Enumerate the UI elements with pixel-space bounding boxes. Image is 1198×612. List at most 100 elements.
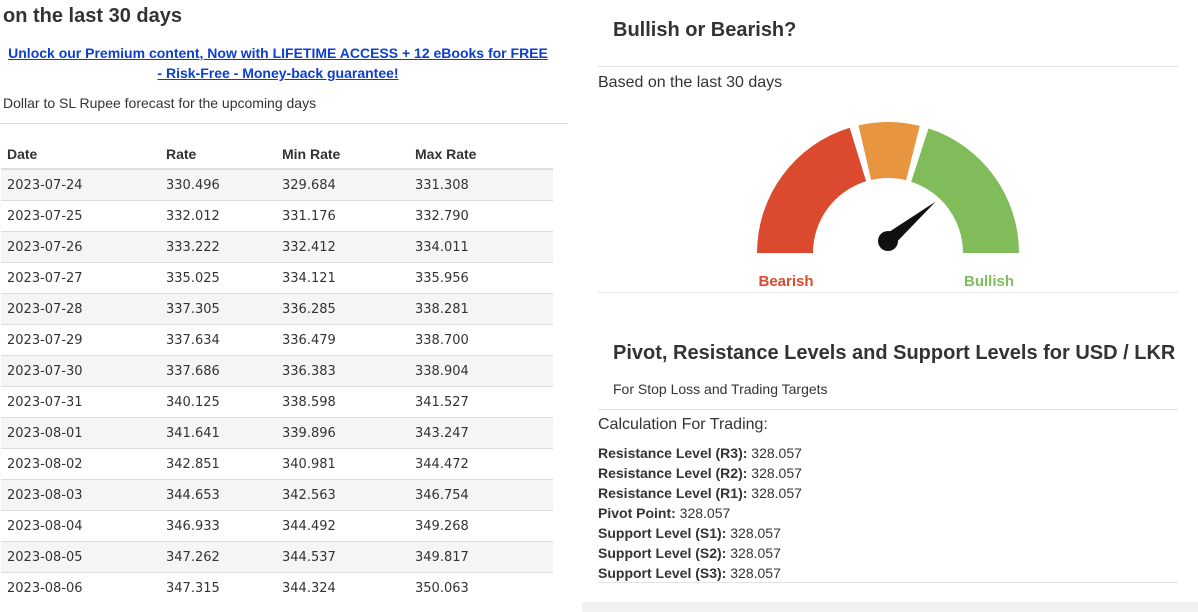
gauge-bullish-segment [911,128,1019,253]
calculation-title: Calculation For Trading: [598,416,768,433]
level-pivot: Pivot Point: 328.057 [598,505,731,521]
cell-max-rate: 350.063 [409,572,553,603]
gauge-neutral-segment [858,122,920,181]
gauge-needle-hub [878,231,898,251]
cell-max-rate: 349.268 [409,510,553,542]
level-s2: Support Level (S2): 328.057 [598,545,781,561]
divider [598,292,1178,293]
divider [598,409,1178,410]
footer-strip [582,602,1198,612]
cell-rate: 340.125 [160,386,276,418]
cell-rate: 332.012 [160,200,276,232]
forecast-subtitle: Dollar to SL Rupee forecast for the upco… [3,95,317,111]
level-s3: Support Level (S3): 328.057 [598,565,781,581]
pivot-levels-list: Resistance Level (R3): 328.057 Resistanc… [598,443,802,583]
cell-min-rate: 340.981 [276,448,409,480]
header-date: Date [1,139,160,170]
header-rate: Rate [160,139,276,170]
cell-rate: 347.262 [160,541,276,573]
table-row: 2023-08-04 346.933 344.492 349.268 [1,510,553,542]
table-row: 2023-07-24 330.496 329.684 331.308 [1,168,553,201]
premium-promo: Unlock our Premium content, Now with LIF… [0,43,556,83]
divider [598,582,1178,583]
cell-max-rate: 335.956 [409,262,553,294]
cell-rate: 347.315 [160,572,276,603]
level-r1: Resistance Level (R1): 328.057 [598,485,802,501]
cell-min-rate: 344.324 [276,572,409,603]
cell-min-rate: 329.684 [276,168,409,201]
cell-rate: 330.496 [160,168,276,201]
forecast-panel: on the last 30 days Unlock our Premium c… [0,0,570,612]
section-heading: on the last 30 days [3,5,182,27]
cell-max-rate: 346.754 [409,479,553,511]
cell-min-rate: 336.479 [276,324,409,356]
level-r2: Resistance Level (R2): 328.057 [598,465,802,481]
table-row: 2023-07-27 335.025 334.121 335.956 [1,262,553,294]
table-row: 2023-07-31 340.125 338.598 341.527 [1,386,553,418]
header-max-rate: Max Rate [409,139,553,170]
cell-max-rate: 341.527 [409,386,553,418]
table-row: 2023-07-26 333.222 332.412 334.011 [1,231,553,263]
cell-max-rate: 334.011 [409,231,553,263]
table-row: 2023-08-02 342.851 340.981 344.472 [1,448,553,480]
cell-min-rate: 344.537 [276,541,409,573]
cell-date: 2023-08-03 [1,479,160,511]
cell-rate: 344.653 [160,479,276,511]
cell-date: 2023-08-01 [1,417,160,449]
pivot-title: Pivot, Resistance Levels and Support Lev… [613,342,1176,364]
cell-min-rate: 336.383 [276,355,409,387]
cell-rate: 335.025 [160,262,276,294]
based-on-text: Based on the last 30 days [598,74,783,91]
cell-date: 2023-07-26 [1,231,160,263]
gauge-bearish-segment [757,127,867,253]
cell-min-rate: 338.598 [276,386,409,418]
cell-max-rate: 338.281 [409,293,553,325]
sentiment-gauge: Bearish Bullish [757,122,1019,290]
divider [598,66,1178,67]
table-row: 2023-07-25 332.012 331.176 332.790 [1,200,553,232]
cell-date: 2023-08-02 [1,448,160,480]
forecast-table: Date Rate Min Rate Max Rate 2023-07-24 33… [1,139,553,603]
cell-min-rate: 339.896 [276,417,409,449]
pivot-subtitle: For Stop Loss and Trading Targets [613,381,828,397]
cell-date: 2023-07-31 [1,386,160,418]
table-row: 2023-07-28 337.305 336.285 338.281 [1,293,553,325]
table-row: 2023-07-29 337.634 336.479 338.700 [1,324,553,356]
cell-date: 2023-07-30 [1,355,160,387]
table-row: 2023-07-30 337.686 336.383 338.904 [1,355,553,387]
cell-max-rate: 331.308 [409,168,553,201]
cell-min-rate: 334.121 [276,262,409,294]
table-row: 2023-08-06 347.315 344.324 350.063 [1,572,553,603]
cell-rate: 337.305 [160,293,276,325]
cell-min-rate: 336.285 [276,293,409,325]
bearish-label: Bearish [758,273,813,290]
cell-date: 2023-07-27 [1,262,160,294]
premium-link-line2[interactable]: - Risk-Free - Money-back guarantee! [157,65,398,81]
cell-date: 2023-07-29 [1,324,160,356]
cell-min-rate: 332.412 [276,231,409,263]
cell-date: 2023-08-04 [1,510,160,542]
cell-rate: 337.686 [160,355,276,387]
cell-rate: 333.222 [160,231,276,263]
table-row: 2023-08-03 344.653 342.563 346.754 [1,479,553,511]
bull-bear-title: Bullish or Bearish? [613,19,797,41]
level-r3: Resistance Level (R3): 328.057 [598,445,802,461]
cell-max-rate: 332.790 [409,200,553,232]
table-row: 2023-08-05 347.262 344.537 349.817 [1,541,553,573]
cell-date: 2023-07-25 [1,200,160,232]
cell-max-rate: 349.817 [409,541,553,573]
cell-date: 2023-07-24 [1,168,160,201]
cell-date: 2023-08-05 [1,541,160,573]
cell-date: 2023-08-06 [1,572,160,603]
cell-min-rate: 342.563 [276,479,409,511]
header-min-rate: Min Rate [276,139,409,170]
cell-date: 2023-07-28 [1,293,160,325]
level-s1: Support Level (S1): 328.057 [598,525,781,541]
table-header-row: Date Rate Min Rate Max Rate [1,139,553,170]
premium-link-line1[interactable]: Unlock our Premium content, Now with LIF… [8,45,548,61]
cell-rate: 337.634 [160,324,276,356]
cell-max-rate: 343.247 [409,417,553,449]
cell-rate: 342.851 [160,448,276,480]
cell-max-rate: 338.700 [409,324,553,356]
cell-min-rate: 344.492 [276,510,409,542]
